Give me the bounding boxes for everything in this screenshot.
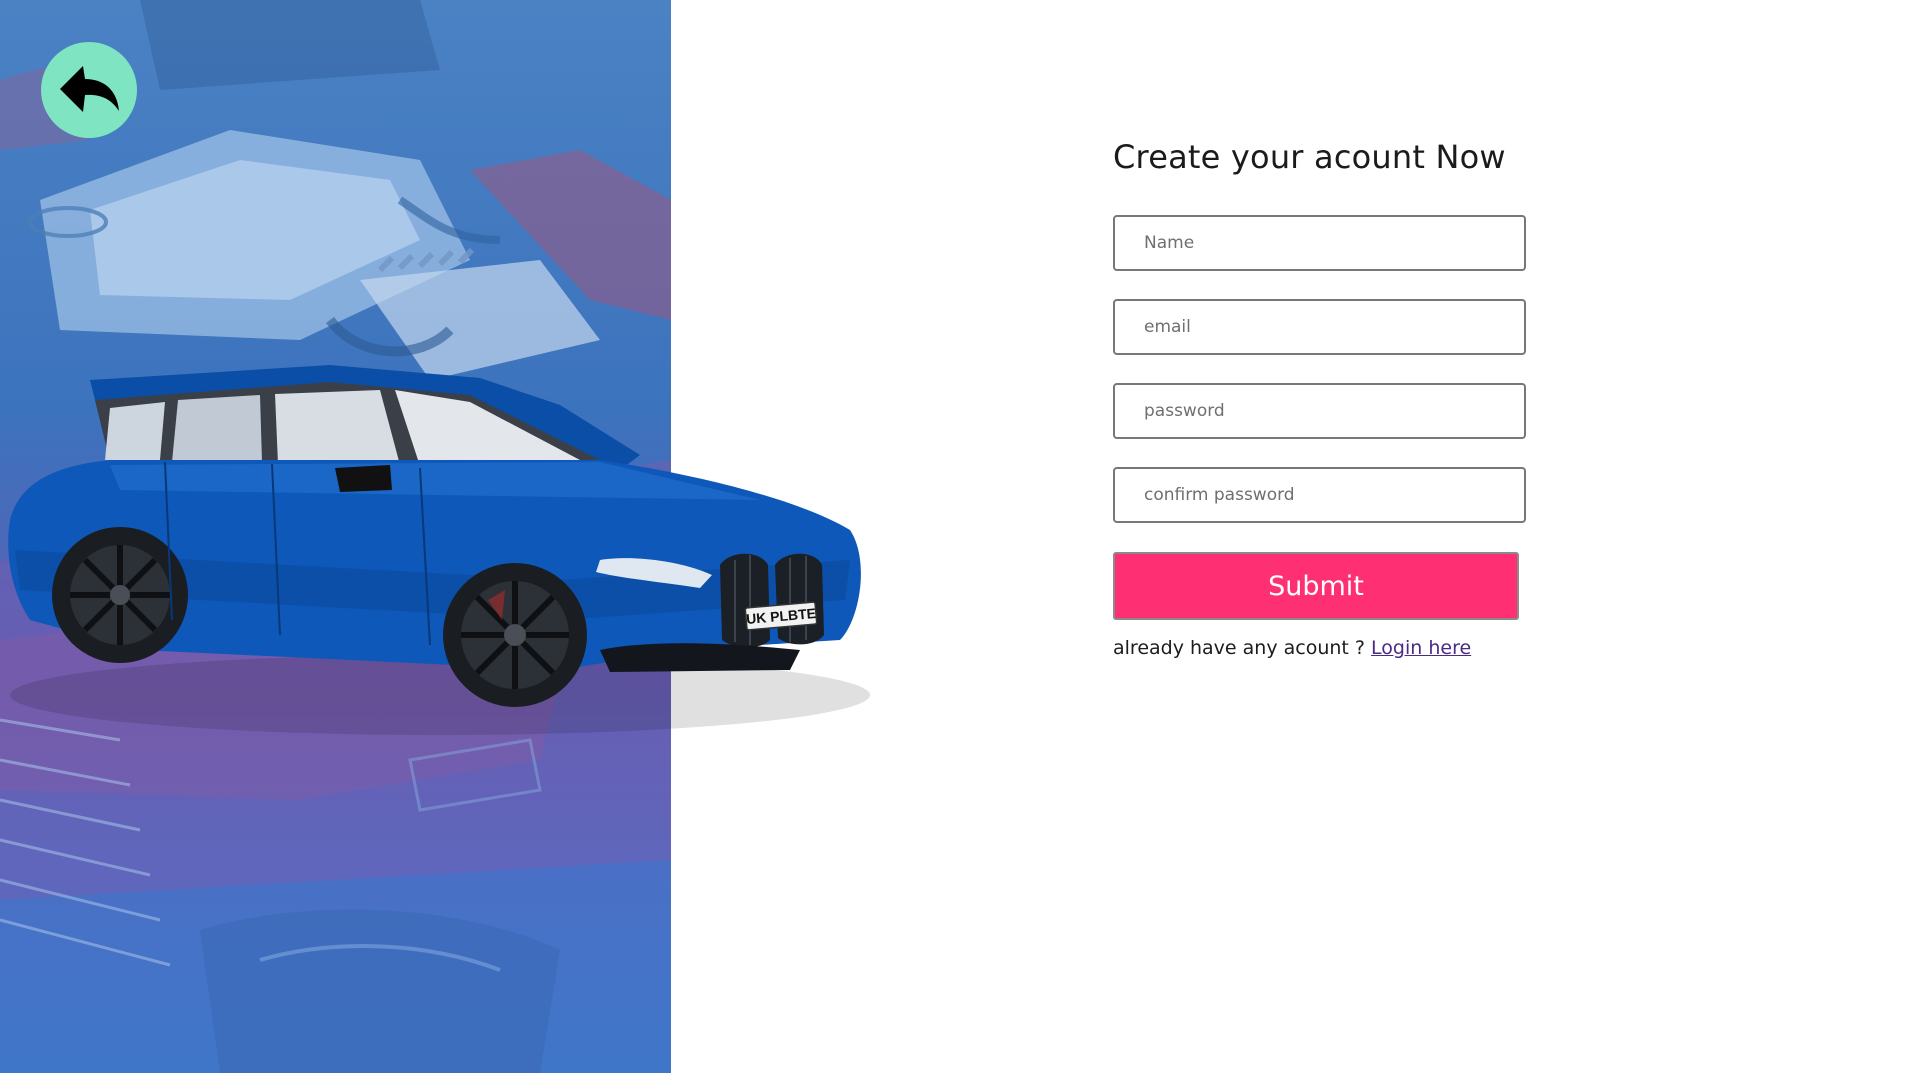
submit-button[interactable]: Submit — [1113, 552, 1519, 620]
front-wheel — [443, 563, 587, 707]
back-arrow-icon — [60, 66, 119, 112]
login-link[interactable]: Login here — [1371, 637, 1471, 659]
back-button[interactable] — [41, 42, 137, 138]
password-field[interactable] — [1113, 383, 1526, 439]
login-prompt-line: already have any acount ? Login here — [1113, 637, 1533, 659]
car-image: UK PLBTE — [8, 365, 870, 735]
signup-form: Create your acount Now Submit already ha… — [1113, 130, 1533, 659]
form-title: Create your acount Now — [1113, 138, 1506, 176]
rear-wheel — [52, 527, 188, 663]
confirm-password-field[interactable] — [1113, 467, 1526, 523]
email-field[interactable] — [1113, 299, 1526, 355]
name-field[interactable] — [1113, 215, 1526, 271]
login-prompt-text: already have any acount ? — [1113, 637, 1365, 659]
